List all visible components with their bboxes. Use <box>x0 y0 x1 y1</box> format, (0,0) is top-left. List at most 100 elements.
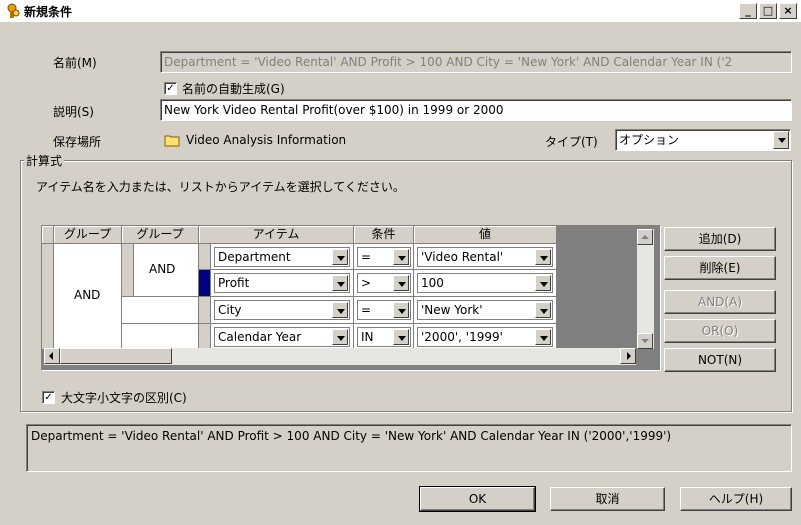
item-select-value: Profit <box>218 276 250 290</box>
item-select[interactable]: City <box>214 300 350 320</box>
item-select[interactable]: Profit <box>214 273 350 293</box>
chevron-down-icon[interactable] <box>332 275 348 291</box>
maximize-button[interactable]: □ <box>759 3 777 19</box>
item-select[interactable]: Calendar Year <box>214 327 350 347</box>
horizontal-scrollbar[interactable] <box>44 348 636 365</box>
app-icon <box>7 3 20 18</box>
header-group-inner: グループ <box>122 226 199 244</box>
arrow-up-icon <box>641 235 649 239</box>
scroll-right-button[interactable] <box>620 348 636 364</box>
help-button[interactable]: ヘルプ(H) <box>680 487 792 511</box>
value-select-value: 'Video Rental' <box>421 250 504 264</box>
condition-cell[interactable]: = <box>354 244 414 270</box>
item-cell[interactable]: Department <box>211 244 354 270</box>
grid-corner <box>42 226 54 244</box>
row-selector[interactable] <box>199 297 211 324</box>
name-field[interactable]: Department = 'Video Rental' AND Profit >… <box>160 51 792 73</box>
scroll-left-button[interactable] <box>44 348 60 364</box>
chevron-down-icon[interactable] <box>393 302 409 318</box>
item-cell[interactable]: Profit <box>211 270 354 297</box>
scroll-up-button[interactable] <box>637 229 653 245</box>
vertical-scrollbar[interactable] <box>637 229 654 349</box>
value-select[interactable]: 'Video Rental' <box>417 247 553 267</box>
item-select-value: Calendar Year <box>218 330 302 344</box>
item-select-value: City <box>218 303 242 317</box>
not-button[interactable]: NOT(N) <box>664 348 776 372</box>
delete-button[interactable]: 削除(E) <box>664 256 776 280</box>
condition-select-value: IN <box>361 330 374 344</box>
auto-name-label: 名前の自動生成(G) <box>182 82 285 96</box>
chevron-down-icon[interactable] <box>332 249 348 265</box>
or-button[interactable]: OR(O) <box>664 319 776 343</box>
value-select[interactable]: 'New York' <box>417 300 553 320</box>
value-select-value: 'New York' <box>421 303 483 317</box>
condition-cell[interactable]: IN <box>354 324 414 350</box>
minimize-button[interactable]: _ <box>739 3 757 19</box>
row-selector[interactable] <box>199 324 211 350</box>
outer-group-selector[interactable] <box>42 244 54 350</box>
chevron-down-icon[interactable] <box>393 249 409 265</box>
chevron-down-icon[interactable] <box>332 329 348 345</box>
item-cell[interactable]: Calendar Year <box>211 324 354 350</box>
value-cell[interactable]: 100 <box>414 270 557 297</box>
value-select-value: '2000', '1999' <box>421 330 503 344</box>
condition-cell[interactable]: > <box>354 270 414 297</box>
folder-icon <box>164 135 180 147</box>
location-label: 保存場所 <box>53 135 102 149</box>
condition-select-value: = <box>361 250 372 264</box>
empty-group-cell <box>122 297 199 324</box>
condition-select[interactable]: = <box>357 300 411 320</box>
header-condition: 条件 <box>354 226 414 244</box>
type-select[interactable]: オプション <box>615 129 791 151</box>
item-select[interactable]: Department <box>214 247 350 267</box>
scroll-down-button[interactable] <box>637 333 653 349</box>
chevron-down-icon[interactable] <box>535 249 551 265</box>
value-cell[interactable]: 'New York' <box>414 297 557 324</box>
value-select[interactable]: 100 <box>417 273 553 293</box>
condition-cell[interactable]: = <box>354 297 414 324</box>
condition-select[interactable]: IN <box>357 327 411 347</box>
outer-group-operator: AND <box>74 288 101 302</box>
chevron-down-icon[interactable] <box>393 329 409 345</box>
chevron-down-icon[interactable] <box>393 275 409 291</box>
chevron-down-icon[interactable] <box>535 329 551 345</box>
type-select-value: オプション <box>619 133 680 147</box>
and-button[interactable]: AND(A) <box>664 290 776 314</box>
row-selector[interactable] <box>199 244 211 270</box>
row-selector-active[interactable] <box>199 270 211 297</box>
description-field[interactable]: New York Video Rental Profit(over $100) … <box>160 99 792 121</box>
inner-group-selector[interactable] <box>122 244 134 297</box>
arrow-left-icon <box>49 352 53 360</box>
expression-instruction: アイテム名を入力または、リストからアイテムを選択してください。 <box>36 180 405 194</box>
case-sensitive-checkbox[interactable]: ✓ <box>42 391 55 404</box>
add-button[interactable]: 追加(D) <box>664 227 776 251</box>
chevron-down-icon[interactable] <box>535 275 551 291</box>
chevron-down-icon[interactable] <box>332 302 348 318</box>
chevron-down-icon[interactable] <box>773 131 789 149</box>
location-value: Video Analysis Information <box>186 133 347 147</box>
new-condition-dialog: 新規条件 _ □ × 名前(M) Department = 'Video Ren… <box>0 0 801 525</box>
auto-name-checkbox[interactable]: ✓ <box>164 82 177 95</box>
condition-select[interactable]: = <box>357 247 411 267</box>
inner-group-cell[interactable]: AND <box>134 244 199 297</box>
description-label: 説明(S) <box>53 105 94 119</box>
value-select[interactable]: '2000', '1999' <box>417 327 553 347</box>
value-select-value: 100 <box>421 276 444 290</box>
empty-group-cell <box>122 324 199 350</box>
cancel-button[interactable]: 取消 <box>550 487 665 511</box>
close-button[interactable]: × <box>779 3 797 19</box>
chevron-down-icon[interactable] <box>535 302 551 318</box>
horizontal-scroll-thumb[interactable] <box>60 348 172 364</box>
condition-select-value: = <box>361 303 372 317</box>
outer-group-cell[interactable]: AND <box>54 244 122 350</box>
value-cell[interactable]: '2000', '1999' <box>414 324 557 350</box>
value-cell[interactable]: 'Video Rental' <box>414 244 557 270</box>
expression-group-title: 計算式 <box>24 152 65 169</box>
title-bar[interactable]: 新規条件 _ □ × <box>0 0 801 22</box>
expression-summary[interactable]: Department = 'Video Rental' AND Profit >… <box>26 424 792 472</box>
condition-select[interactable]: > <box>357 273 411 293</box>
item-cell[interactable]: City <box>211 297 354 324</box>
ok-button[interactable]: OK <box>419 486 536 512</box>
arrow-right-icon <box>627 352 631 360</box>
arrow-down-icon <box>641 339 649 343</box>
